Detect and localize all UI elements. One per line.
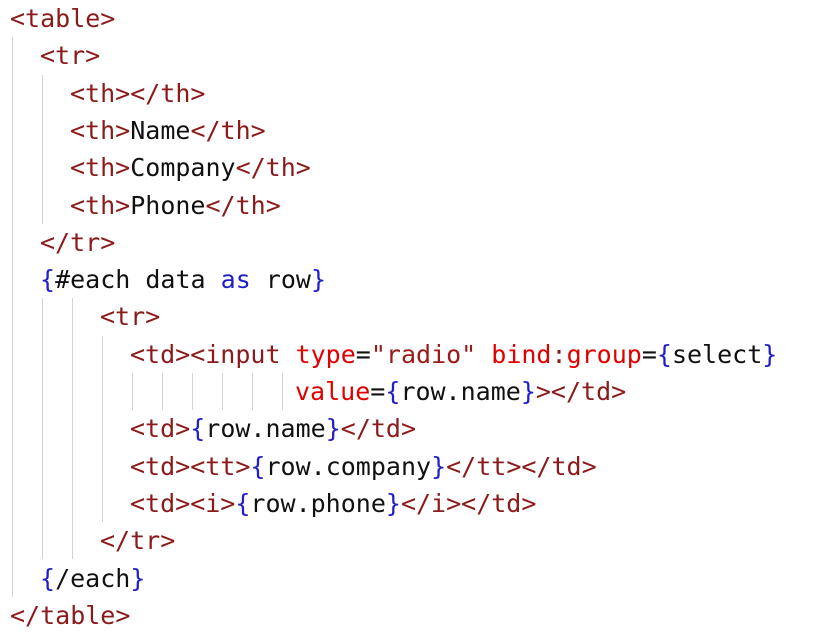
token-tag: <tr> (40, 41, 101, 71)
token-tag: </th> (190, 115, 266, 145)
token-text: Name (130, 115, 191, 145)
token-tag: <td><input (130, 339, 296, 369)
code-line: value={row.name}></td> (295, 373, 626, 410)
code-line: <tr> (100, 298, 160, 335)
indent-guide (252, 373, 253, 411)
code-line: <td>{row.name}</td> (130, 410, 416, 447)
indent-guide (282, 373, 283, 411)
token-tag: <td><i> (130, 488, 236, 518)
code-line: <th>Name</th> (70, 112, 266, 149)
indent-guide (162, 373, 163, 411)
token-brace: { (656, 339, 672, 369)
indent-guide (72, 298, 73, 560)
code-line: <td><input type="radio" bind:group={sele… (130, 336, 777, 373)
token-text: = (641, 339, 657, 369)
token-text: Company (130, 153, 236, 183)
token-brace: { (40, 265, 56, 295)
token-attr: type (295, 339, 356, 369)
indent-guide (42, 74, 43, 224)
indent-guide (42, 298, 43, 560)
token-keyword: as (220, 265, 251, 295)
token-tag: </table> (10, 600, 131, 630)
token-tag: <table> (10, 4, 116, 33)
token-brace: } (431, 451, 447, 481)
token-attr: bind (491, 339, 552, 369)
token-text: /each (55, 563, 131, 593)
token-tag: </tt></td> (446, 451, 597, 481)
token-brace: } (310, 265, 327, 295)
code-line: <th>Company</th> (70, 149, 311, 186)
token-tag: <td><tt> (130, 451, 251, 481)
token-tag: </tr> (100, 526, 176, 556)
token-text: select (671, 339, 763, 369)
token-text: row.phone (250, 488, 386, 518)
token-brace: { (235, 488, 251, 518)
token-tag: </td> (340, 414, 417, 444)
indent-guide (192, 373, 193, 411)
token-text: = (355, 339, 371, 369)
token-brace: } (130, 563, 146, 593)
token-text: #each data (55, 265, 221, 295)
token-tag: <td> (130, 414, 191, 444)
token-tag: ></td> (535, 377, 627, 406)
code-line: {/each} (40, 560, 145, 597)
token-tag: <th> (70, 153, 131, 183)
code-line: {#each data as row} (40, 261, 326, 298)
token-brace: { (385, 377, 401, 406)
code-line: <th>Phone</th> (70, 187, 281, 224)
token-tag: : (551, 339, 567, 369)
token-tag: </tr> (40, 227, 116, 257)
token-tag: </th> (235, 153, 311, 183)
token-attr: value (295, 377, 371, 406)
token-tag: <th> (70, 115, 131, 145)
token-string: "radio" (370, 339, 477, 369)
token-brace: } (385, 488, 401, 518)
code-line: </tr> (100, 522, 175, 559)
code-line: <table> (10, 0, 115, 37)
token-text: row.company (265, 451, 432, 481)
code-line: </table> (10, 597, 130, 634)
indent-guide (222, 373, 223, 411)
code-line: <td><tt>{row.company}</tt></td> (130, 448, 597, 485)
code-line: <th></th> (70, 75, 205, 112)
code-line: <tr> (40, 37, 100, 74)
token-brace: { (250, 451, 266, 481)
token-brace: { (190, 414, 206, 444)
token-text: row.name (400, 377, 521, 406)
token-brace: { (40, 563, 56, 593)
token-tag: <th> (70, 190, 131, 220)
indent-guide (102, 335, 103, 523)
token-brace: } (520, 377, 536, 406)
token-attr: group (566, 339, 642, 369)
token-text: = (370, 377, 386, 406)
code-editor[interactable]: <table> <tr> <th></th> <th>Name</th> <th>Com… (0, 0, 816, 642)
code-line: </tr> (40, 224, 115, 261)
token-tag: <th></th> (70, 78, 206, 108)
indent-guide (12, 37, 13, 597)
indent-guide (132, 373, 133, 411)
token-text: row.name (205, 414, 326, 444)
token-text: row (250, 265, 311, 295)
token-brace: } (325, 414, 341, 444)
token-tag: </th> (205, 190, 281, 220)
code-line: <td><i>{row.phone}</i></td> (130, 485, 536, 522)
token-text: Phone (130, 190, 206, 220)
token-tag: </i></td> (400, 488, 537, 518)
token-brace: } (762, 339, 778, 369)
token-tag: <tr> (100, 302, 161, 332)
